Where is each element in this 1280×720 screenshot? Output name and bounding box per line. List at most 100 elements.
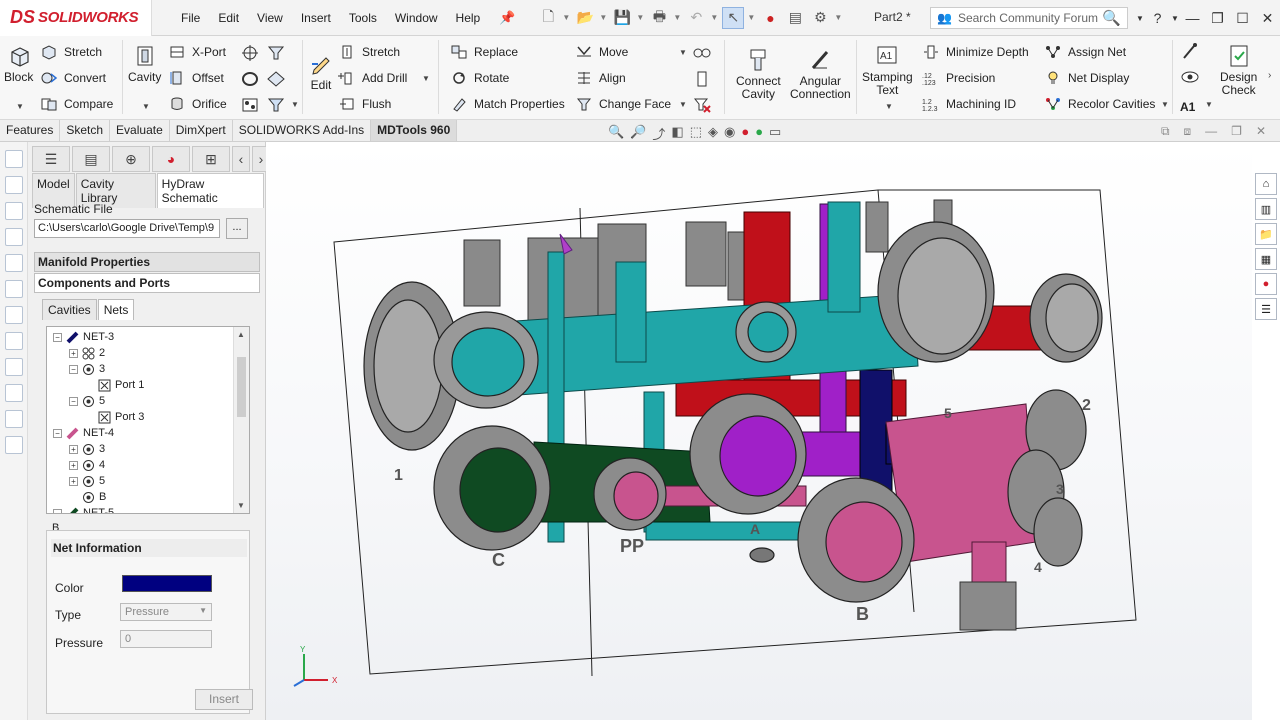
home-icon[interactable]: ⌂ <box>1255 173 1277 195</box>
tab-evaluate[interactable]: Evaluate <box>110 120 170 141</box>
collapse-icon[interactable]: − <box>53 332 62 342</box>
change-face-button[interactable]: Change Face <box>575 96 671 112</box>
valve-icon[interactable] <box>692 44 712 62</box>
precision-button[interactable]: .12.123 Precision <box>922 70 995 86</box>
zoom-area-icon[interactable]: 🔎 <box>630 124 646 143</box>
collapse-icon[interactable]: − <box>69 396 78 406</box>
menu-file[interactable]: File <box>172 0 209 36</box>
strip-part-icon[interactable] <box>5 254 23 272</box>
probe-icon[interactable] <box>1180 42 1200 60</box>
menu-edit[interactable]: Edit <box>209 0 248 36</box>
previous-view-icon[interactable]: ⤴ <box>652 124 665 143</box>
restore-icon[interactable]: ❐ <box>1205 10 1230 27</box>
open-icon[interactable]: 📂 <box>574 7 596 29</box>
move-button[interactable]: Move <box>575 44 628 60</box>
strip-frame-icon[interactable] <box>5 384 23 402</box>
new-document-icon[interactable]: 🗋 <box>537 7 559 29</box>
cavity-dropdown-icon[interactable]: ▼ <box>142 102 150 111</box>
a1-label-button[interactable]: A1 <box>1180 100 1195 114</box>
tree-net-row[interactable]: − NET-3 <box>53 329 114 345</box>
add-drill-button[interactable]: Add Drill <box>338 70 407 86</box>
tree-item-row[interactable]: B <box>69 489 106 505</box>
collapse-icon[interactable]: − <box>69 364 78 374</box>
diamond-icon[interactable] <box>266 70 286 88</box>
undo-icon[interactable]: ↶ <box>685 7 707 29</box>
block-button[interactable]: Block <box>4 44 33 84</box>
collapse-icon[interactable]: − <box>53 428 62 438</box>
tree-item-row[interactable]: +2 <box>69 345 105 361</box>
tube-icon[interactable] <box>692 70 712 88</box>
file-explorer-icon[interactable]: 📁 <box>1255 223 1277 245</box>
menu-help[interactable]: Help <box>447 0 490 36</box>
view-eye-icon[interactable] <box>1180 68 1200 86</box>
minimize-depth-button[interactable]: Minimize Depth <box>922 44 1029 60</box>
select-arrow-icon[interactable]: ↖ <box>722 6 745 29</box>
add-drill-dropdown-icon[interactable]: ▼ <box>422 74 430 83</box>
tree-scrollbar[interactable]: ▲ ▼ <box>233 327 249 513</box>
design-check-button[interactable]: Design Check <box>1220 44 1257 97</box>
strip-copy-icon[interactable] <box>5 150 23 168</box>
offset-button[interactable]: Offset <box>168 70 224 86</box>
manifold-3d-model[interactable]: 1 C PP A B 2 3 4 5 Y X <box>266 142 1252 720</box>
delete-cavity-icon[interactable] <box>692 96 712 114</box>
teal-net-riser[interactable] <box>827 201 861 313</box>
tree-item-row[interactable]: +4 <box>69 457 105 473</box>
rotate-button[interactable]: Rotate <box>450 70 509 86</box>
rebuild-traffic-light-icon[interactable]: ● <box>759 7 781 29</box>
strip-copy-icon[interactable] <box>5 436 23 454</box>
scroll-thumb[interactable] <box>237 357 246 417</box>
scroll-up-icon[interactable]: ▲ <box>237 330 245 339</box>
stamping-text-button[interactable]: A1 Stamping Text <box>862 44 913 97</box>
change-face-dropdown-icon[interactable]: ▼ <box>679 100 687 109</box>
x-port-button[interactable]: X-Port <box>168 44 226 60</box>
chevron-down-icon[interactable]: ▼ <box>834 13 843 22</box>
tab-dimxpert[interactable]: DimXpert <box>170 120 233 141</box>
net-display-button[interactable]: Net Display <box>1044 70 1129 86</box>
collapse-icon[interactable] <box>85 412 94 422</box>
help-dropdown-icon[interactable]: ▼ <box>1170 14 1180 23</box>
assign-net-button[interactable]: Assign Net <box>1044 44 1126 60</box>
minimize-icon[interactable]: — <box>1180 10 1205 26</box>
funnel-icon[interactable] <box>266 96 286 114</box>
help-icon[interactable]: ? <box>1145 10 1170 26</box>
scroll-down-icon[interactable]: ▼ <box>237 501 245 510</box>
net-color-swatch[interactable] <box>122 575 212 592</box>
strip-part-icon[interactable] <box>5 280 23 298</box>
pattern-icon[interactable] <box>240 96 260 114</box>
file-properties-icon[interactable]: ▤ <box>784 7 806 29</box>
cavity-button[interactable]: Cavity <box>128 44 161 84</box>
teal-net-riser[interactable] <box>615 261 647 363</box>
dimxpert-icon[interactable]: ⊞ <box>192 146 230 172</box>
pin-icon[interactable]: 📌 <box>499 10 515 26</box>
custom-properties-icon[interactable]: ☰ <box>1255 298 1277 320</box>
ring-icon[interactable] <box>240 70 260 88</box>
tab-hydraw-schematic[interactable]: HyDraw Schematic <box>156 173 264 208</box>
strip-part-icon[interactable] <box>5 228 23 246</box>
collapse-icon[interactable]: − <box>53 508 62 513</box>
expand-icon[interactable]: + <box>69 460 78 470</box>
tree-net-row[interactable]: − NET-4 <box>53 425 114 441</box>
strip-edit-icon[interactable] <box>5 358 23 376</box>
chevron-down-icon[interactable]: ▼ <box>636 13 645 22</box>
match-properties-button[interactable]: Match Properties <box>450 96 565 112</box>
orifice-button[interactable]: Orifice <box>168 96 227 112</box>
filter-icon[interactable] <box>266 44 286 62</box>
options-gear-icon[interactable]: ⚙ <box>809 7 831 29</box>
cavity-stub[interactable] <box>959 581 1017 631</box>
tree-item-row[interactable]: +3 <box>69 441 105 457</box>
viewport-close-icon[interactable]: ✕ <box>1256 124 1266 139</box>
cavity-stub[interactable] <box>685 221 727 287</box>
viewport-restore-icon[interactable]: ⧈ <box>1184 124 1192 139</box>
viewport-tile-icon[interactable]: ⧉ <box>1161 124 1170 139</box>
cavity-stub[interactable] <box>463 239 501 307</box>
type-select[interactable]: Pressure ▼ <box>120 603 212 621</box>
panel-prev-icon[interactable]: ‹ <box>232 146 250 172</box>
menu-insert[interactable]: Insert <box>292 0 340 36</box>
schematic-file-field[interactable]: C:\Users\carlo\Google Drive\Temp\9 <box>34 219 220 238</box>
teal-net-pipe[interactable] <box>645 521 807 541</box>
cavity-stub[interactable] <box>865 201 889 253</box>
display-style-icon[interactable]: ◈ <box>708 124 718 143</box>
design-library-icon[interactable]: ▥ <box>1255 198 1277 220</box>
flush-button[interactable]: Flush <box>338 96 391 112</box>
zoom-to-fit-icon[interactable]: 🔍 <box>608 124 624 143</box>
